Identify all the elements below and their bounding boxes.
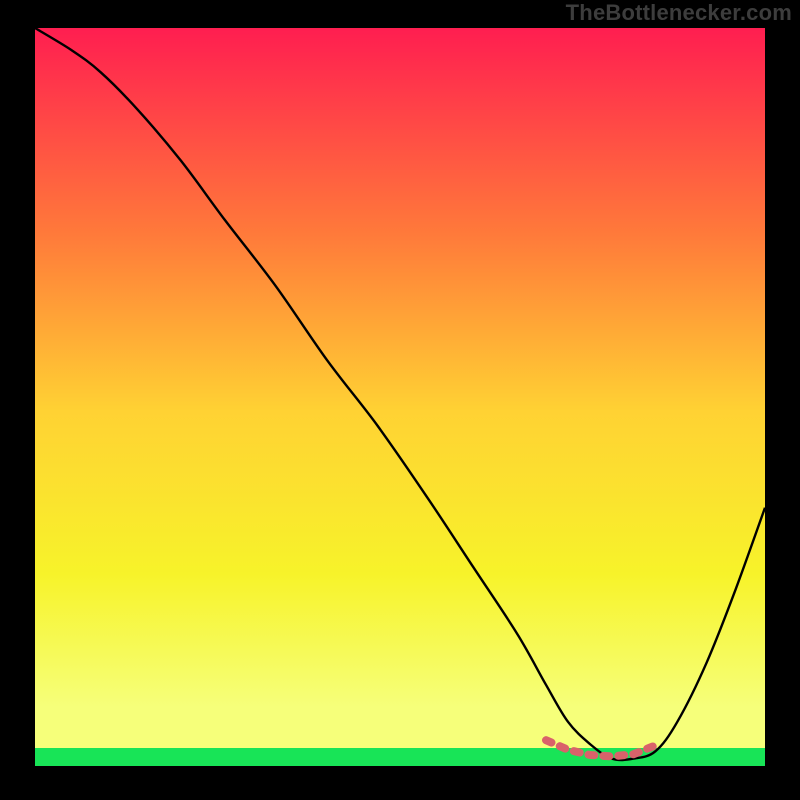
plot-area [35,28,765,766]
watermark-text: TheBottlenecker.com [566,0,792,26]
bottleneck-chart [35,28,765,766]
chart-frame: TheBottlenecker.com [0,0,800,800]
gradient-background [35,28,765,766]
